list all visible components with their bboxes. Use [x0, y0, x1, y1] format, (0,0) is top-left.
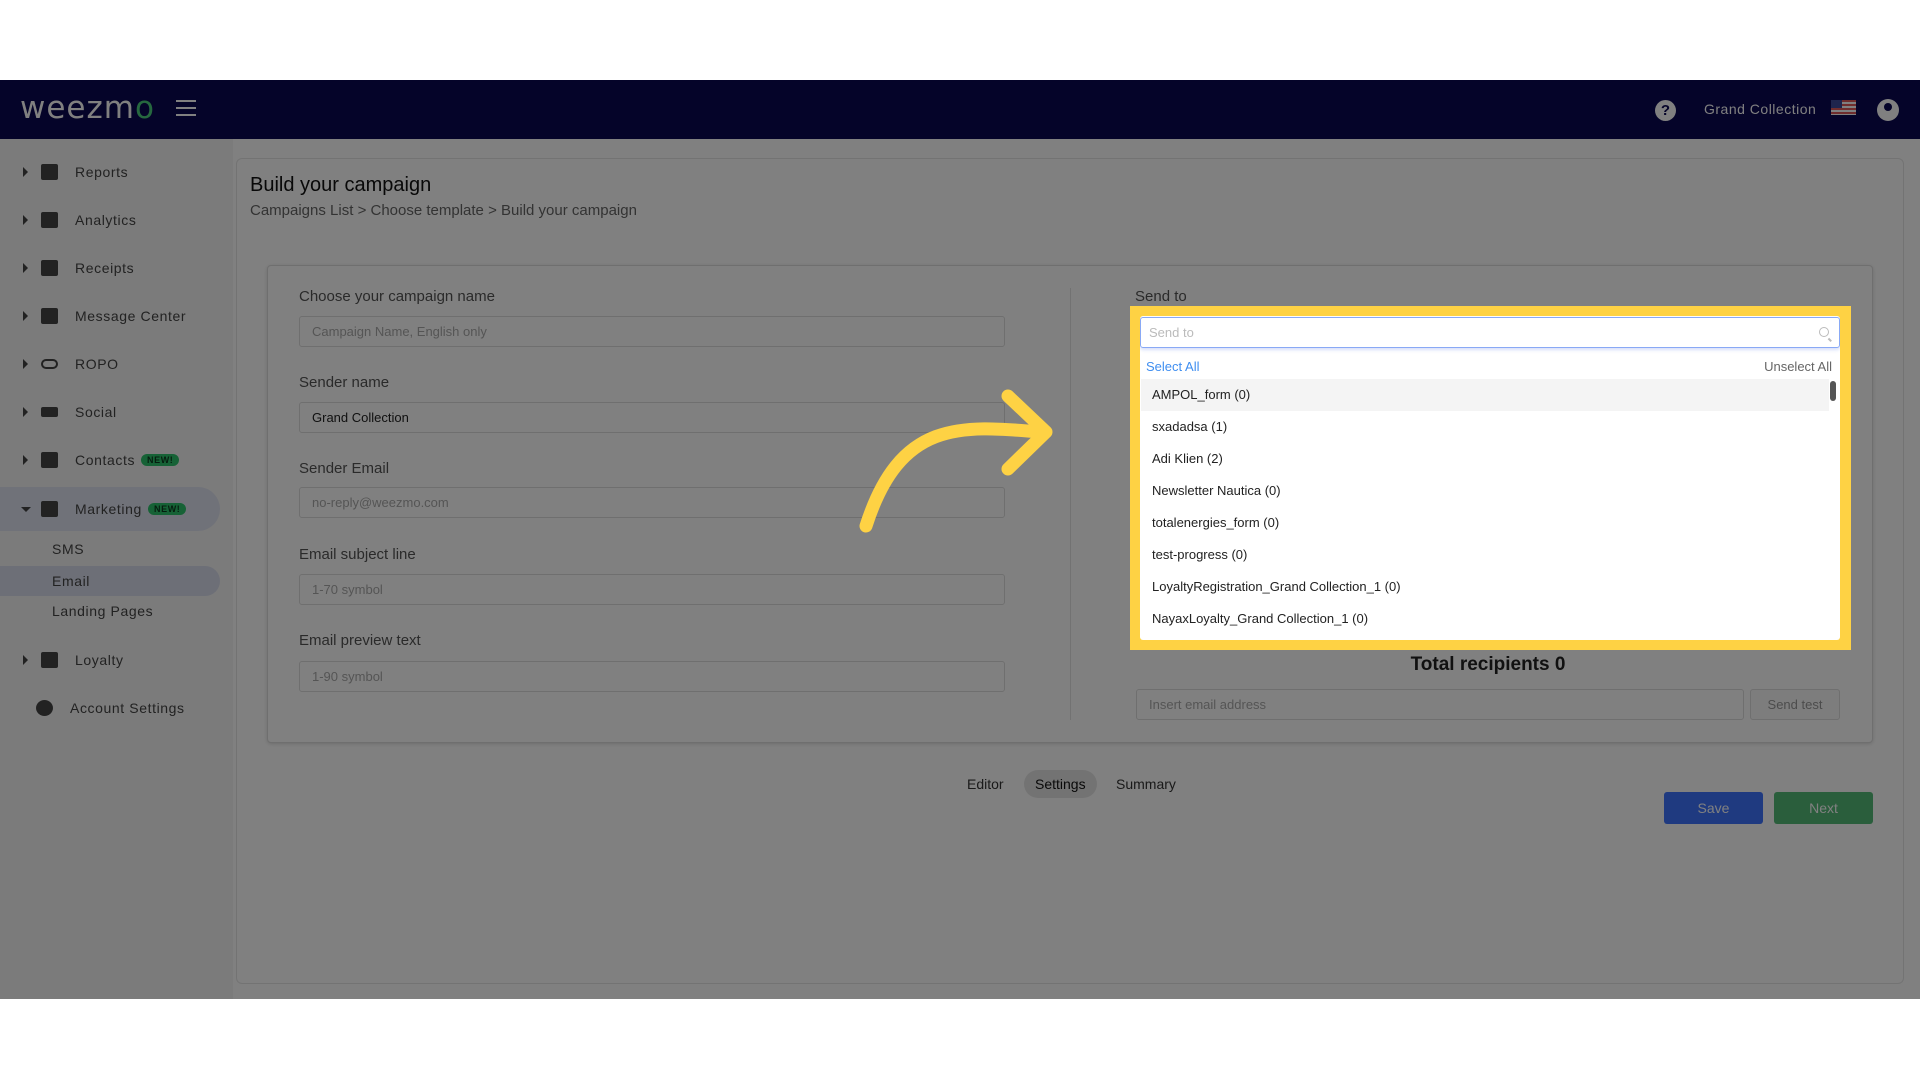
campaign-name-label: Choose your campaign name	[299, 288, 495, 305]
new-badge: NEW!	[141, 454, 180, 466]
sender-email-label: Sender Email	[299, 460, 390, 477]
sidebar-item-label: Analytics	[75, 212, 137, 228]
sidebar-item-receipts[interactable]: Receipts	[0, 246, 220, 290]
sidebar-subitem-sms[interactable]: SMS	[0, 534, 220, 564]
select-all-link[interactable]: Select All	[1146, 359, 1199, 374]
send-test-button[interactable]: Send test	[1750, 689, 1840, 720]
tab-editor[interactable]: Editor	[956, 770, 1015, 798]
caret-right-icon	[23, 455, 28, 465]
breadcrumb: Campaigns List > Choose template > Build…	[250, 202, 637, 219]
total-recipients: Total recipients 0	[1410, 654, 1566, 675]
breadcrumb-separator: >	[357, 202, 367, 219]
sidebar-item-account-settings[interactable]: Account Settings	[0, 686, 220, 730]
breadcrumb-separator: >	[488, 202, 497, 219]
infinity-icon	[41, 359, 58, 369]
weezmo-logo[interactable]: weezmo	[20, 90, 155, 126]
receipt-icon	[41, 260, 58, 276]
tab-settings[interactable]: Settings	[1024, 770, 1097, 798]
campaign-name-input[interactable]: Campaign Name, English only	[299, 316, 1005, 347]
chat-icon	[41, 308, 58, 324]
subject-input[interactable]: 1-70 symbol	[299, 574, 1005, 605]
menu-icon[interactable]	[176, 100, 196, 116]
scrollbar[interactable]	[1830, 381, 1836, 401]
next-button[interactable]: Next	[1774, 792, 1873, 824]
caret-right-icon	[23, 311, 28, 321]
sidebar-item-loyalty[interactable]: Loyalty	[0, 638, 220, 682]
caret-right-icon	[23, 167, 28, 177]
preview-text-label: Email preview text	[299, 632, 421, 649]
contacts-icon	[41, 452, 58, 468]
list-item[interactable]: NayaxLoyalty_Grand Collection_1 (0)	[1141, 603, 1829, 635]
divider	[1070, 288, 1071, 720]
unselect-all-link[interactable]: Unselect All	[1764, 359, 1832, 374]
send-to-label: Send to	[1135, 288, 1187, 305]
account-name[interactable]: Grand Collection	[1704, 101, 1816, 117]
list-item[interactable]: totalenergies_form (0)	[1141, 507, 1829, 539]
test-email-input[interactable]: Insert email address	[1136, 689, 1744, 720]
send-to-search-input[interactable]: Send to	[1140, 317, 1840, 348]
save-button[interactable]: Save	[1664, 792, 1763, 824]
list-item[interactable]: Newsletter Nautica (0)	[1141, 475, 1829, 507]
send-to-dropdown: Send to Select All Unselect All AMPOL_fo…	[1140, 316, 1840, 640]
sidebar-item-label: Marketing	[75, 501, 142, 517]
sidebar-item-reports[interactable]: Reports	[0, 150, 220, 194]
sidebar-item-label: Loyalty	[75, 652, 124, 668]
list-item[interactable]: AMPOL_form (0)	[1141, 379, 1829, 411]
caret-right-icon	[23, 359, 28, 369]
sidebar-item-ropo[interactable]: ROPO	[0, 342, 220, 386]
sidebar: Reports Analytics Receipts Message Cente…	[0, 139, 233, 999]
caret-right-icon	[23, 215, 28, 225]
sidebar-item-label: Contacts	[75, 452, 136, 468]
sidebar-item-label: ROPO	[75, 356, 119, 372]
search-icon	[1819, 327, 1829, 337]
sidebar-item-label: Social	[75, 404, 117, 420]
list-item[interactable]: test-progress (0)	[1141, 539, 1829, 571]
sidebar-subitem-landing-pages[interactable]: Landing Pages	[0, 596, 220, 626]
sender-name-label: Sender name	[299, 374, 390, 391]
caret-down-icon	[21, 506, 31, 512]
breadcrumb-current: Build your campaign	[501, 202, 637, 219]
subject-label: Email subject line	[299, 546, 416, 563]
sender-name-input[interactable]: Grand Collection	[299, 402, 1005, 433]
help-icon[interactable]: ?	[1655, 100, 1676, 121]
people-icon	[41, 407, 58, 417]
sidebar-item-message-center[interactable]: Message Center	[0, 294, 220, 338]
sidebar-item-social[interactable]: Social	[0, 390, 220, 434]
tag-icon	[41, 652, 58, 668]
caret-right-icon	[23, 407, 28, 417]
tab-summary[interactable]: Summary	[1105, 770, 1187, 798]
list-item[interactable]: sxadadsa (1)	[1141, 411, 1829, 443]
sender-email-input[interactable]: no-reply@weezmo.com	[299, 487, 1005, 518]
sidebar-item-analytics[interactable]: Analytics	[0, 198, 220, 242]
breadcrumb-campaigns-list[interactable]: Campaigns List	[250, 202, 353, 219]
breadcrumb-choose-template[interactable]: Choose template	[371, 202, 484, 219]
preview-text-input[interactable]: 1-90 symbol	[299, 661, 1005, 692]
sidebar-item-label: Receipts	[75, 260, 135, 276]
sidebar-item-marketing[interactable]: Marketing NEW!	[0, 487, 220, 531]
caret-right-icon	[23, 263, 28, 273]
us-flag-icon[interactable]	[1831, 100, 1856, 115]
app: weezmo ? Grand Collection Reports Analyt…	[0, 80, 1920, 999]
bar-chart-icon	[41, 212, 58, 228]
top-bar: weezmo ? Grand Collection	[0, 80, 1920, 139]
list-item[interactable]: Adi Klien (2)	[1141, 443, 1829, 475]
new-badge: NEW!	[148, 503, 187, 515]
sidebar-subitem-email[interactable]: Email	[0, 566, 220, 596]
user-account-icon[interactable]	[1877, 99, 1899, 121]
gear-icon	[36, 700, 53, 716]
sidebar-item-label: Reports	[75, 164, 129, 180]
party-popper-icon	[41, 501, 58, 517]
sidebar-item-label: Account Settings	[70, 700, 185, 716]
send-to-placeholder: Send to	[1149, 325, 1194, 340]
sidebar-item-label: Message Center	[75, 308, 187, 324]
dashboard-icon	[41, 164, 58, 180]
sidebar-item-contacts[interactable]: Contacts NEW!	[0, 438, 220, 482]
list-item[interactable]: LoyaltyRegistration_Grand Collection_1 (…	[1141, 571, 1829, 603]
page-title: Build your campaign	[250, 174, 432, 196]
caret-right-icon	[23, 655, 28, 665]
